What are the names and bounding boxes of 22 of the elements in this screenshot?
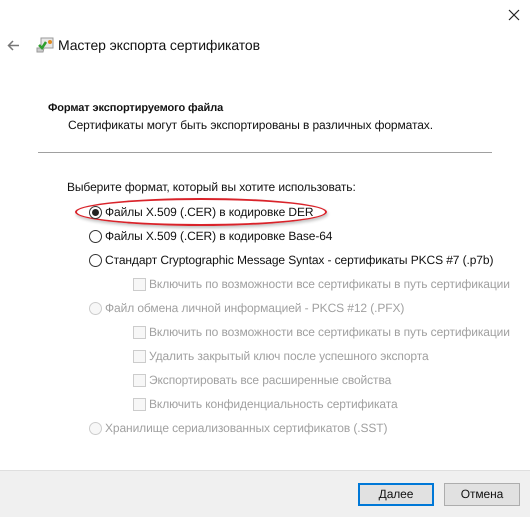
checkbox-label: Включить по возможности все сертификаты в путь сертификации [149, 324, 510, 341]
format-prompt: Выберите формат, который вы хотите использовать: [67, 179, 357, 196]
radio-label: Стандарт Cryptographic Message Syntax - сертификаты PKCS #7 (.p7b) [105, 252, 494, 269]
checkbox-label: Удалить закрытый ключ после успешного экспорта [149, 348, 429, 365]
radio-label: Хранилище сериализованных сертификатов (.SST) [105, 420, 388, 437]
close-icon[interactable] [508, 9, 520, 21]
certificate-icon [36, 36, 54, 54]
section-heading: Формат экспортируемого файла [48, 101, 224, 116]
radio-button[interactable] [89, 254, 102, 266]
checkbox-label: Экспортировать все расширенные свойства [149, 372, 392, 389]
radio-label: Файлы X.509 (.CER) в кодировке DER [105, 204, 314, 221]
checkbox-label: Включить конфиденциальность сертификата [149, 396, 398, 413]
dialog-button[interactable]: Далее [358, 482, 434, 506]
radio-button[interactable] [89, 230, 102, 242]
back-arrow-icon[interactable] [7, 40, 20, 50]
radio-label: Файлы X.509 (.CER) в кодировке Base-64 [105, 228, 332, 245]
window-title: Мастер экспорта сертификатов [58, 36, 260, 55]
dialog-button[interactable]: Отмена [444, 482, 520, 506]
radio-label: Файл обмена личной информацией - PKCS #12 (.PFX) [105, 300, 404, 317]
checkbox-label: Включить по возможности все сертификаты в путь сертификации [149, 276, 510, 293]
radio-button[interactable] [89, 206, 102, 218]
section-description: Сертификаты могут быть экспортированы в различных форматах. [67, 117, 434, 134]
